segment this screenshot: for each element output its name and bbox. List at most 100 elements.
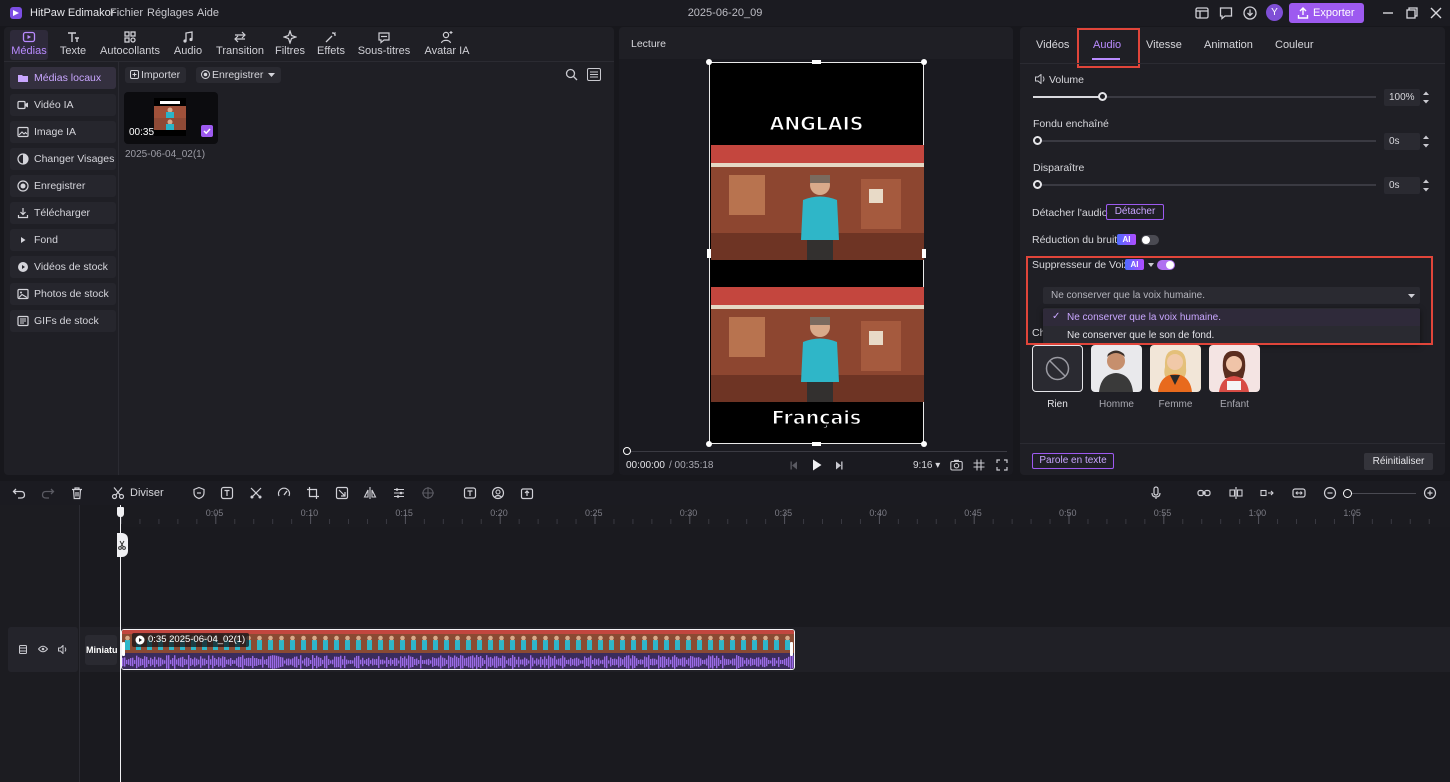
close-icon[interactable]	[1428, 5, 1444, 21]
resize-handle[interactable]	[922, 249, 926, 258]
tab-couleur[interactable]: Couleur	[1275, 39, 1314, 51]
chevron-down-icon[interactable]	[1148, 263, 1154, 267]
track-cover-thumbnail[interactable]: Miniatur	[85, 635, 117, 665]
zoom-slider-knob[interactable]	[1343, 489, 1352, 498]
delete-icon[interactable]	[70, 486, 84, 500]
playback-progress-track[interactable]	[627, 451, 1007, 452]
tab-animation[interactable]: Animation	[1204, 39, 1253, 51]
sidebar-item-fond[interactable]: Fond	[10, 229, 116, 251]
mirror-icon[interactable]	[363, 486, 377, 500]
checkbox-checked-icon[interactable]	[201, 125, 213, 137]
reset-button[interactable]: Réinitialiser	[1364, 453, 1433, 470]
dropdown-option-voice[interactable]: ✓ Ne conserver que la voix humaine.	[1043, 309, 1420, 326]
tab-transition[interactable]: Transition	[214, 30, 266, 60]
overlay-text-bottom[interactable]: Français	[710, 407, 923, 430]
resize-handle[interactable]	[921, 441, 927, 447]
stepper-icon[interactable]	[1422, 89, 1430, 106]
clip-trim-handle-left[interactable]	[122, 642, 125, 656]
resize-handle[interactable]	[812, 60, 821, 64]
face-detect-icon[interactable]	[491, 486, 505, 500]
speaker-icon[interactable]	[58, 645, 68, 654]
timeline-video-clip[interactable]: 0:35 2025-06-04_02(1)	[121, 629, 795, 670]
voice-suppressor-toggle[interactable]	[1157, 260, 1175, 270]
split-button[interactable]: Diviser	[130, 487, 164, 499]
fade-out-slider-knob[interactable]	[1033, 180, 1042, 189]
tab-videos[interactable]: Vidéos	[1036, 39, 1069, 51]
volume-value[interactable]: 100%	[1384, 89, 1420, 106]
tab-medias[interactable]: Médias	[10, 30, 48, 60]
microphone-icon[interactable]	[1149, 486, 1163, 500]
tab-sous-titres[interactable]: Sous-titres	[356, 30, 412, 60]
voice-card-woman[interactable]	[1150, 345, 1201, 392]
layout-icon[interactable]	[1194, 5, 1210, 21]
voice-card-child[interactable]	[1209, 345, 1260, 392]
minimize-icon[interactable]	[1380, 5, 1396, 21]
resize-handle[interactable]	[812, 442, 821, 446]
dropdown-option-background[interactable]: Ne conserver que le son de fond.	[1043, 327, 1420, 344]
media-clip-thumbnail[interactable]: 00:35	[124, 92, 218, 144]
sidebar-item-videos-de-stock[interactable]: Vidéos de stock	[10, 256, 116, 278]
play-icon[interactable]	[812, 459, 822, 471]
speech-to-text-button[interactable]: Parole en texte	[1032, 453, 1114, 469]
link-icon[interactable]	[1197, 486, 1211, 500]
voice-card-none[interactable]	[1032, 345, 1083, 392]
camera-icon[interactable]	[950, 459, 963, 471]
fade-in-value[interactable]: 0s	[1384, 133, 1420, 150]
tab-autocollants[interactable]: Autocollants	[98, 30, 162, 60]
menu-fichier[interactable]: Fichier	[110, 7, 143, 19]
sidebar-item-image-ia[interactable]: Image IA	[10, 121, 116, 143]
noise-reduction-toggle[interactable]	[1141, 235, 1159, 245]
playback-progress-knob[interactable]	[623, 447, 631, 455]
user-avatar[interactable]: Y	[1266, 4, 1283, 21]
clip-trim-handle-right[interactable]	[790, 642, 793, 656]
stepper-icon[interactable]	[1422, 133, 1430, 150]
zoom-slider[interactable]	[1343, 493, 1416, 494]
list-view-icon[interactable]	[587, 68, 601, 81]
stabilize-icon[interactable]	[421, 486, 435, 500]
sidebar-item-changer-visages[interactable]: Changer Visages	[10, 148, 116, 170]
resize-handle[interactable]	[706, 59, 712, 65]
fullscreen-icon[interactable]	[996, 459, 1008, 471]
fade-out-slider[interactable]	[1033, 184, 1376, 186]
restore-icon[interactable]	[1404, 5, 1420, 21]
voice-mode-select[interactable]: Ne conserver que la voix humaine.	[1043, 287, 1420, 304]
tab-effets[interactable]: Effets	[314, 30, 348, 60]
eye-icon[interactable]	[38, 645, 48, 653]
sidebar-item-telecharger[interactable]: Télécharger	[10, 202, 116, 224]
sidebar-item-gifs-de-stock[interactable]: GIFs de stock	[10, 310, 116, 332]
grid-icon[interactable]	[973, 459, 985, 471]
transform-icon[interactable]	[335, 486, 349, 500]
shield-icon[interactable]	[192, 486, 206, 500]
previous-frame-icon[interactable]	[790, 461, 798, 470]
export-clip-icon[interactable]	[520, 486, 534, 500]
tab-avatar-ia[interactable]: Avatar IA	[420, 30, 474, 60]
search-icon[interactable]	[565, 68, 578, 81]
resize-handle[interactable]	[921, 59, 927, 65]
feedback-icon[interactable]	[1218, 5, 1234, 21]
aspect-ratio-dropdown[interactable]: 9:16 ▾	[913, 460, 940, 471]
track-lock-icon[interactable]	[19, 645, 27, 654]
sidebar-item-photos-de-stock[interactable]: Photos de stock	[10, 283, 116, 305]
tab-filtres[interactable]: Filtres	[274, 30, 306, 60]
fade-out-value[interactable]: 0s	[1384, 177, 1420, 194]
speed-icon[interactable]	[277, 486, 291, 500]
adjust-icon[interactable]	[392, 486, 406, 500]
sidebar-item-enregistrer[interactable]: Enregistrer	[10, 175, 116, 197]
fit-timeline-icon[interactable]	[1292, 486, 1306, 500]
snap-icon[interactable]	[1229, 486, 1243, 500]
menu-reglages[interactable]: Réglages	[147, 7, 193, 19]
text-box-icon[interactable]	[220, 486, 234, 500]
stepper-icon[interactable]	[1422, 177, 1430, 194]
menu-aide[interactable]: Aide	[197, 7, 219, 19]
fade-in-slider-knob[interactable]	[1033, 136, 1042, 145]
resize-handle[interactable]	[707, 249, 711, 258]
split-track-icon[interactable]	[1260, 486, 1274, 500]
scissors-icon[interactable]	[111, 486, 125, 500]
next-frame-icon[interactable]	[835, 461, 843, 470]
voice-card-man[interactable]	[1091, 345, 1142, 392]
download-update-icon[interactable]	[1242, 5, 1258, 21]
sidebar-item-medias-locaux[interactable]: Médias locaux	[10, 67, 116, 89]
zoom-out-icon[interactable]	[1323, 486, 1337, 500]
redo-icon[interactable]	[41, 486, 55, 500]
tab-vitesse[interactable]: Vitesse	[1146, 39, 1182, 51]
